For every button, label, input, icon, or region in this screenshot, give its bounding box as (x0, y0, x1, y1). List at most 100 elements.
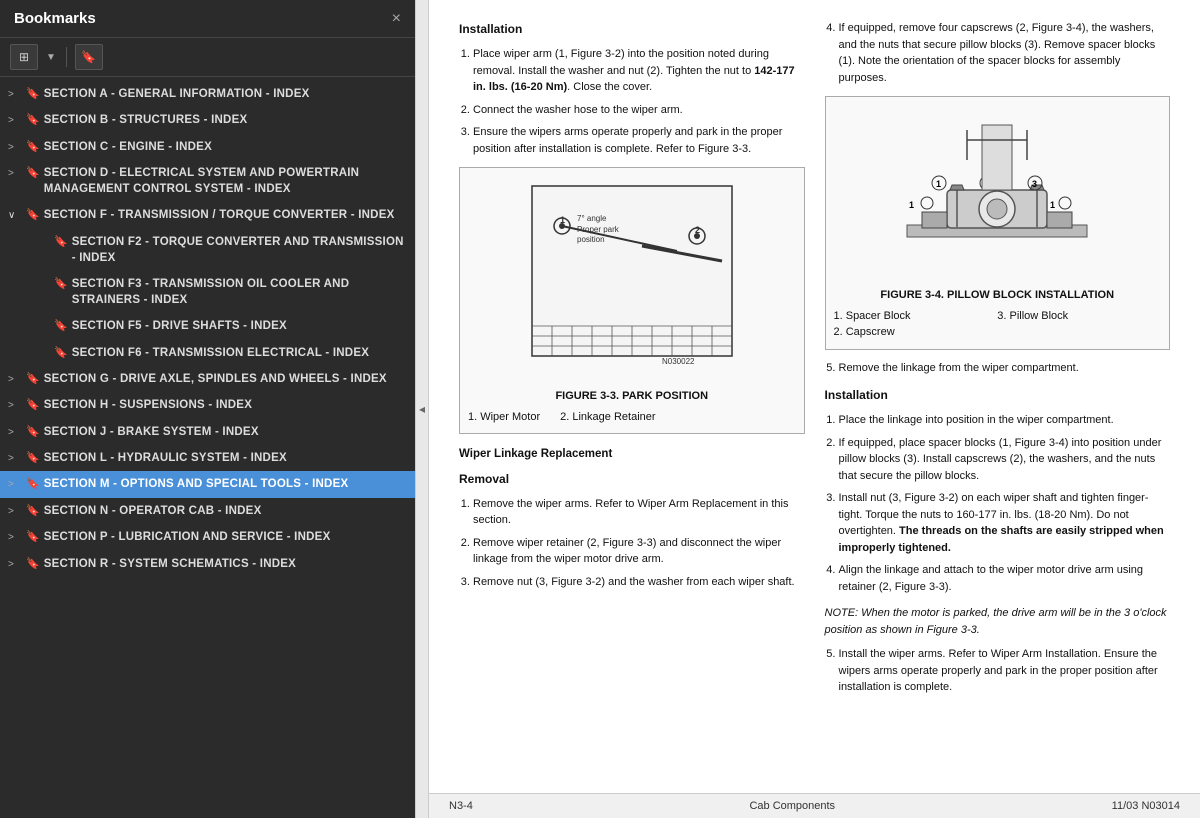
expand-arrow: ∨ (8, 209, 22, 223)
bookmark-icon: 🔖 (26, 451, 40, 466)
sidebar-item-section-f3[interactable]: 🔖 SECTION F3 - TRANSMISSION OIL COOLER AN… (0, 271, 415, 313)
expand-arrow: > (8, 167, 22, 181)
figure-3-3: 1 2 7° angle Proper park position (459, 167, 805, 434)
right-steps-list: If equipped, remove four capscrews (2, F… (825, 20, 1171, 86)
r-install-1: Place the linkage into position in the w… (839, 412, 1171, 429)
toolbar-dropdown-arrow: ▼ (46, 52, 56, 63)
expand-arrow: > (8, 373, 22, 387)
right-installation-title: Installation (825, 386, 1171, 404)
bookmark-label: SECTION F2 - TORQUE CONVERTER AND TRANSM… (72, 234, 407, 266)
bookmark-label: SECTION P - LUBRICATION AND SERVICE - IN… (44, 529, 407, 545)
figure-3-4: 1 1 1 2 3 (825, 96, 1171, 350)
left-column: Installation Place wiper arm (1, Figure … (459, 20, 805, 706)
svg-text:2: 2 (695, 225, 700, 235)
sidebar-item-section-l[interactable]: > 🔖 SECTION L - HYDRAULIC SYSTEM - INDEX (0, 445, 415, 471)
svg-text:Proper park: Proper park (577, 225, 620, 234)
bookmark-icon: 🔖 (54, 319, 68, 334)
sidebar-item-section-c[interactable]: > 🔖 SECTION C - ENGINE - INDEX (0, 134, 415, 160)
installation-title: Installation (459, 20, 805, 38)
sidebar-toolbar: ⊞ ▼ 🔖 (0, 38, 415, 77)
r-install-2: If equipped, place spacer blocks (1, Fig… (839, 435, 1171, 485)
doc-date: 11/03 N03014 (1112, 800, 1180, 812)
bookmark-view-button[interactable]: 🔖 (75, 44, 103, 70)
figure-3-3-item1: 1. Wiper Motor (468, 409, 540, 426)
figure-3-3-caption: FIGURE 3-3. PARK POSITION (468, 388, 796, 405)
sidebar: Bookmarks × ⊞ ▼ 🔖 >🔖SECTION A - GENERAL … (0, 0, 415, 818)
bookmark-icon: 🔖 (26, 398, 40, 413)
step-3: Ensure the wipers arms operate properly … (473, 124, 805, 157)
sidebar-item-section-f6[interactable]: 🔖 SECTION F6 - TRANSMISSION ELECTRICAL - … (0, 340, 415, 366)
wiper-linkage-title: Wiper Linkage Replacement (459, 446, 805, 463)
right-steps-cont: Remove the linkage from the wiper compar… (825, 360, 1171, 377)
bookmark-icon: 🔖 (54, 346, 68, 361)
bookmark-label: SECTION F6 - TRANSMISSION ELECTRICAL - I… (72, 345, 407, 361)
bookmark-icon: 🔖 (26, 140, 40, 155)
expand-arrow: > (8, 452, 22, 466)
sidebar-item-section-h[interactable]: >🔖SECTION H - SUSPENSIONS - INDEX (0, 392, 415, 418)
bookmark-label: SECTION C - ENGINE - INDEX (44, 139, 407, 155)
sidebar-item-section-f2[interactable]: 🔖 SECTION F2 - TORQUE CONVERTER AND TRANS… (0, 229, 415, 271)
bookmark-label: SECTION D - ELECTRICAL SYSTEM AND POWERT… (44, 165, 407, 197)
svg-text:N030022: N030022 (662, 357, 695, 366)
bookmark-icon: 🔖 (26, 557, 40, 572)
bookmark-label: SECTION N - OPERATOR CAB - INDEX (44, 503, 407, 519)
removal-step-2: Remove wiper retainer (2, Figure 3-3) an… (473, 535, 805, 568)
removal-steps-list: Remove the wiper arms. Refer to Wiper Ar… (459, 496, 805, 591)
r-install-5: Install the wiper arms. Refer to Wiper A… (839, 646, 1171, 696)
toolbar-separator (66, 47, 67, 67)
sidebar-item-section-b[interactable]: >🔖SECTION B - STRUCTURES - INDEX (0, 107, 415, 133)
bookmark-label: SECTION H - SUSPENSIONS - INDEX (44, 397, 407, 413)
expand-arrow: > (8, 88, 22, 102)
figure-3-4-items: 1. Spacer Block 3. Pillow Block 2. Capsc… (834, 308, 1162, 341)
bookmark-label: SECTION F - TRANSMISSION / TORQUE CONVER… (44, 207, 407, 223)
page-number: N3-4 (449, 800, 473, 812)
bookmark-icon: 🔖 (81, 50, 96, 64)
removal-title: Removal (459, 470, 805, 488)
grid-icon: ⊞ (19, 50, 29, 64)
bookmark-label: SECTION F5 - DRIVE SHAFTS - INDEX (72, 318, 407, 334)
bookmark-label: SECTION M - OPTIONS AND SPECIAL TOOLS - … (44, 476, 407, 492)
sidebar-item-section-g[interactable]: >🔖SECTION G - DRIVE AXLE, SPINDLES AND W… (0, 366, 415, 392)
sidebar-item-section-f[interactable]: ∨ 🔖 SECTION F - TRANSMISSION / TORQUE CONV… (0, 202, 415, 228)
bookmark-icon: 🔖 (54, 277, 68, 292)
r-install-3: Install nut (3, Figure 3-2) on each wipe… (839, 490, 1171, 556)
bookmark-label: SECTION R - SYSTEM SCHEMATICS - INDEX (44, 556, 407, 572)
sidebar-item-section-n[interactable]: >🔖SECTION N - OPERATOR CAB - INDEX (0, 498, 415, 524)
park-position-diagram: 1 2 7° angle Proper park position (522, 176, 742, 376)
svg-text:1: 1 (909, 200, 914, 210)
svg-text:7° angle: 7° angle (577, 214, 607, 223)
content-area[interactable]: Installation Place wiper arm (1, Figure … (429, 0, 1200, 793)
bookmark-label: SECTION G - DRIVE AXLE, SPINDLES AND WHE… (44, 371, 407, 387)
right-step-4: If equipped, remove four capscrews (2, F… (839, 20, 1171, 86)
expand-arrow: > (8, 114, 22, 128)
sidebar-item-section-r[interactable]: >🔖SECTION R - SYSTEM SCHEMATICS - INDEX (0, 551, 415, 577)
sidebar-item-section-f5[interactable]: 🔖 SECTION F5 - DRIVE SHAFTS - INDEX (0, 313, 415, 339)
bookmark-label: SECTION L - HYDRAULIC SYSTEM - INDEX (44, 450, 407, 466)
pillow-block-diagram: 1 1 1 2 3 (887, 105, 1107, 275)
bookmark-label: SECTION F3 - TRANSMISSION OIL COOLER AND… (72, 276, 407, 308)
svg-text:1: 1 (936, 179, 941, 189)
fig-item-1: 1. Spacer Block (834, 308, 998, 325)
sidebar-item-section-d[interactable]: >🔖SECTION D - ELECTRICAL SYSTEM AND POWE… (0, 160, 415, 202)
installation-steps-list: Place wiper arm (1, Figure 3-2) into the… (459, 46, 805, 157)
right-step-5: Remove the linkage from the wiper compar… (839, 360, 1171, 377)
sidebar-item-section-p[interactable]: >🔖SECTION P - LUBRICATION AND SERVICE - … (0, 524, 415, 550)
sidebar-item-section-j[interactable]: >🔖SECTION J - BRAKE SYSTEM - INDEX (0, 419, 415, 445)
collapse-handle[interactable]: ◂ (415, 0, 429, 818)
expand-arrow: > (8, 141, 22, 155)
right-column: If equipped, remove four capscrews (2, F… (825, 20, 1171, 706)
sidebar-item-section-a[interactable]: > 🔖 SECTION A - GENERAL INFORMATION - INDE… (0, 81, 415, 107)
bookmark-icon: 🔖 (54, 235, 68, 250)
svg-text:3: 3 (1032, 179, 1037, 189)
bookmark-icon: 🔖 (26, 87, 40, 102)
bookmark-icon: 🔖 (26, 504, 40, 519)
grid-view-button[interactable]: ⊞ (10, 44, 38, 70)
sidebar-items[interactable]: > 🔖 SECTION A - GENERAL INFORMATION - INDE… (0, 77, 415, 818)
document-columns: Installation Place wiper arm (1, Figure … (459, 20, 1170, 706)
close-icon[interactable]: × (392, 11, 401, 27)
bookmark-icon: 🔖 (26, 208, 40, 223)
expand-arrow: > (8, 478, 22, 492)
bookmark-label: SECTION A - GENERAL INFORMATION - INDEX (44, 86, 407, 102)
sidebar-item-section-m[interactable]: >🔖SECTION M - OPTIONS AND SPECIAL TOOLS … (0, 471, 415, 497)
expand-arrow: > (8, 531, 22, 545)
